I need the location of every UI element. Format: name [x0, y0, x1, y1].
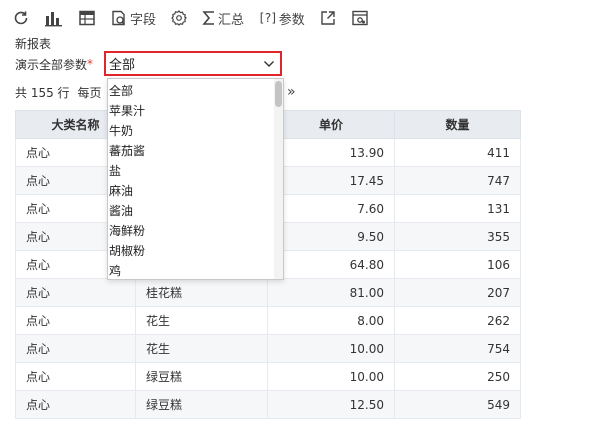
cell-unit-price: 13.90 [267, 138, 395, 167]
table-row: 点心 绿豆糕 10.00 250 [15, 362, 521, 391]
dropdown-option[interactable]: 酱油 [108, 201, 276, 221]
param-dropdown-list: 全部 苹果汁 牛奶 蕃茄酱 盐 麻油 酱油 海鲜粉 胡椒粉 鸡 [107, 78, 284, 280]
cell-unit-price: 64.80 [267, 250, 395, 279]
cell-product: 桂花糕 [135, 278, 268, 307]
total-rows-text: 共 155 行 [15, 85, 70, 100]
cell-category: 点心 [15, 362, 136, 391]
dropdown-scroll-thumb[interactable] [275, 81, 282, 107]
param-label: 参数 [278, 12, 305, 28]
report-title: 新报表 [15, 37, 52, 51]
cell-product: 绿豆糕 [135, 362, 268, 391]
param-bracket-icon: [?] [258, 11, 278, 25]
report-settings-button[interactable] [351, 6, 369, 30]
report-settings-icon [352, 10, 368, 26]
cell-quantity: 262 [394, 306, 521, 335]
dropdown-option[interactable]: 苹果汁 [108, 101, 276, 121]
table-row: 点心 花生 8.00 262 [15, 306, 521, 335]
chevron-down-icon [264, 61, 274, 67]
table-row: 点心 花生 10.00 754 [15, 334, 521, 363]
dropdown-option[interactable]: 全部 [108, 81, 276, 101]
dropdown-scrollbar[interactable] [274, 79, 283, 279]
cell-quantity: 355 [394, 222, 521, 251]
cell-category: 点心 [15, 390, 136, 419]
export-icon [321, 11, 335, 25]
cell-quantity: 754 [394, 334, 521, 363]
export-button[interactable] [319, 6, 337, 30]
cell-category: 点心 [15, 334, 136, 363]
cell-unit-price: 8.00 [267, 306, 395, 335]
cell-unit-price: 17.45 [267, 166, 395, 195]
dropdown-option[interactable]: 牛奶 [108, 121, 276, 141]
field-icon [112, 10, 125, 26]
dropdown-option[interactable]: 蕃茄酱 [108, 141, 276, 161]
summary-label: 汇总 [218, 12, 245, 28]
cell-quantity: 131 [394, 194, 521, 223]
toolbar: 字段 汇总 [?] 参数 [0, 0, 600, 36]
cell-unit-price: 7.60 [267, 194, 395, 223]
sigma-icon [202, 11, 215, 25]
field-button[interactable]: 字段 [110, 6, 156, 30]
table-row: 点心 桂花糕 81.00 207 [15, 278, 521, 307]
gear-icon [171, 10, 187, 26]
dropdown-options: 全部 苹果汁 牛奶 蕃茄酱 盐 麻油 酱油 海鲜粉 胡椒粉 鸡 [108, 81, 276, 279]
next-page-button[interactable]: » [287, 84, 296, 100]
dropdown-option[interactable]: 鸡 [108, 261, 276, 279]
refresh-icon [14, 11, 28, 25]
refresh-button[interactable] [12, 6, 30, 30]
param-button[interactable]: [?] 参数 [258, 6, 305, 30]
bar-chart-icon [45, 12, 62, 27]
summary-button[interactable]: 汇总 [202, 6, 244, 30]
cell-quantity: 411 [394, 138, 521, 167]
dropdown-option[interactable]: 胡椒粉 [108, 241, 276, 261]
param-field-label: 演示全部参数 [15, 57, 88, 72]
cell-category: 点心 [15, 306, 136, 335]
cell-unit-price: 9.50 [267, 222, 395, 251]
cell-product: 绿豆糕 [135, 390, 268, 419]
cell-product: 花生 [135, 306, 268, 335]
cell-product: 花生 [135, 334, 268, 363]
param-select[interactable]: 全部 [104, 51, 282, 76]
table-row: 点心 绿豆糕 12.50 549 [15, 390, 521, 419]
chart-button[interactable] [44, 6, 64, 30]
dropdown-option[interactable]: 盐 [108, 161, 276, 181]
per-page-text: 每页 [77, 85, 102, 100]
cell-category: 点心 [15, 278, 136, 307]
header-unit-price[interactable]: 单价 [267, 110, 395, 139]
cell-unit-price: 12.50 [267, 390, 395, 419]
cell-quantity: 207 [394, 278, 521, 307]
cell-quantity: 250 [394, 362, 521, 391]
cell-quantity: 747 [394, 166, 521, 195]
cell-unit-price: 10.00 [267, 362, 395, 391]
cell-unit-price: 10.00 [267, 334, 395, 363]
table-icon [79, 10, 95, 26]
table-style-button[interactable] [78, 6, 96, 30]
pager: 共 155 行 每页 [15, 83, 102, 101]
dropdown-option[interactable]: 海鲜粉 [108, 221, 276, 241]
header-quantity[interactable]: 数量 [394, 110, 521, 139]
cell-unit-price: 81.00 [267, 278, 395, 307]
settings-button[interactable] [170, 6, 188, 30]
param-row: 演示全部参数 * [15, 53, 95, 75]
cell-quantity: 106 [394, 250, 521, 279]
required-mark: * [87, 57, 94, 71]
cell-quantity: 549 [394, 390, 521, 419]
dropdown-option[interactable]: 麻油 [108, 181, 276, 201]
field-label: 字段 [130, 12, 157, 28]
param-select-value: 全部 [109, 58, 136, 73]
